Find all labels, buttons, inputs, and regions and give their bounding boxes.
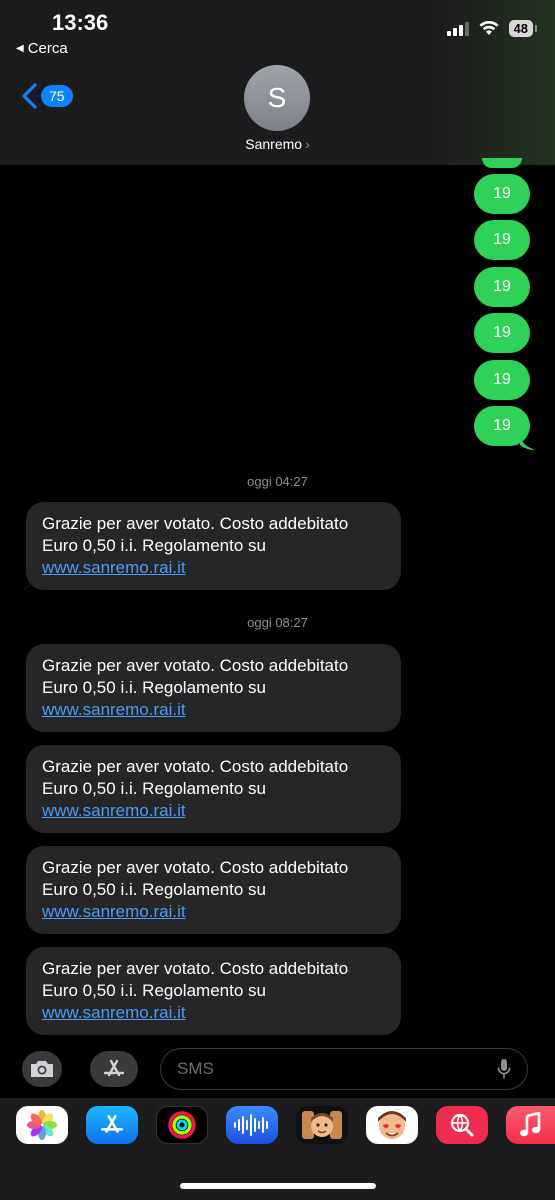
cellular-signal-icon bbox=[446, 21, 469, 36]
message-link[interactable]: www.sanremo.rai.it bbox=[42, 1002, 385, 1024]
camera-icon bbox=[31, 1061, 53, 1077]
globe-search-icon bbox=[450, 1113, 474, 1137]
status-time: 13:36 bbox=[52, 10, 109, 35]
wifi-icon bbox=[479, 21, 499, 35]
voice-memos-app-icon[interactable] bbox=[226, 1106, 278, 1144]
contact-avatar[interactable]: S bbox=[244, 65, 310, 131]
app-store-a-icon bbox=[100, 1115, 124, 1133]
back-button[interactable]: 75 bbox=[20, 82, 73, 110]
message-text-line: Euro 0,50 i.i. Regolamento su bbox=[42, 678, 266, 697]
search-web-app-icon[interactable] bbox=[436, 1106, 488, 1144]
received-message[interactable]: Grazie per aver votato. Costo addebitato… bbox=[26, 846, 401, 934]
memoji-app-icon[interactable] bbox=[296, 1106, 348, 1144]
message-text-line: Euro 0,50 i.i. Regolamento su bbox=[42, 981, 266, 1000]
contact-name: Sanremo bbox=[245, 136, 303, 152]
conversation-header: 13:36 ◀ Cerca 48 75 S Sanremo › bbox=[0, 0, 555, 165]
sent-message[interactable]: 19 bbox=[474, 220, 530, 260]
microphone-icon[interactable] bbox=[497, 1058, 511, 1080]
activity-rings-icon bbox=[168, 1111, 196, 1139]
app-store-app-icon[interactable] bbox=[86, 1106, 138, 1144]
contact-name-button[interactable]: Sanremo › bbox=[0, 136, 555, 152]
sms-input[interactable] bbox=[177, 1059, 477, 1079]
received-message[interactable]: Grazie per aver votato. Costo addebitato… bbox=[26, 745, 401, 833]
message-text-line: Grazie per aver votato. Costo addebitato bbox=[42, 757, 349, 776]
battery-indicator: 48 bbox=[508, 20, 538, 37]
message-link[interactable]: www.sanremo.rai.it bbox=[42, 699, 385, 721]
sent-bubble-tail bbox=[520, 436, 536, 450]
chevron-left-icon bbox=[22, 83, 37, 109]
activity-app-icon[interactable] bbox=[156, 1106, 208, 1144]
compose-bar bbox=[0, 1043, 555, 1098]
chevron-right-icon: › bbox=[305, 136, 310, 152]
message-text-line: Grazie per aver votato. Costo addebitato bbox=[42, 514, 349, 533]
back-app-label: Cerca bbox=[27, 40, 68, 57]
timestamp: oggi 08:27 bbox=[247, 615, 308, 630]
back-to-app-link[interactable]: ◀ Cerca bbox=[16, 40, 68, 57]
music-app-icon[interactable] bbox=[506, 1106, 555, 1144]
message-link[interactable]: www.sanremo.rai.it bbox=[42, 800, 385, 822]
message-text-line: Grazie per aver votato. Costo addebitato bbox=[42, 959, 349, 978]
received-bubble-tail bbox=[18, 575, 36, 591]
sent-message[interactable]: 19 bbox=[474, 313, 530, 353]
sent-message[interactable]: 19 bbox=[474, 174, 530, 214]
received-message[interactable]: Grazie per aver votato. Costo addebitato… bbox=[26, 502, 401, 590]
received-message[interactable]: Grazie per aver votato. Costo addebitato… bbox=[26, 644, 401, 732]
sms-input-field[interactable] bbox=[160, 1048, 528, 1090]
memoji-stickers-app-icon[interactable] bbox=[366, 1106, 418, 1144]
app-store-button[interactable] bbox=[90, 1051, 138, 1087]
message-text-line: Euro 0,50 i.i. Regolamento su bbox=[42, 536, 266, 555]
message-text-line: Grazie per aver votato. Costo addebitato bbox=[42, 858, 349, 877]
photos-flower-icon bbox=[27, 1110, 57, 1140]
memoji-face-icon bbox=[302, 1111, 342, 1139]
back-triangle-icon: ◀ bbox=[16, 43, 24, 54]
message-link[interactable]: www.sanremo.rai.it bbox=[42, 557, 385, 579]
message-text-line: Euro 0,50 i.i. Regolamento su bbox=[42, 779, 266, 798]
photos-app-icon[interactable] bbox=[16, 1106, 68, 1144]
app-store-icon bbox=[103, 1059, 125, 1077]
message-text-line: Grazie per aver votato. Costo addebitato bbox=[42, 656, 349, 675]
sent-message[interactable]: 19 bbox=[474, 267, 530, 307]
unread-count-badge: 75 bbox=[41, 85, 73, 107]
soundwave-icon bbox=[234, 1114, 268, 1136]
received-message[interactable]: Grazie per aver votato. Costo addebitato… bbox=[26, 947, 401, 1035]
sent-message[interactable]: 19 bbox=[474, 360, 530, 400]
memoji-stickers-icon bbox=[378, 1111, 406, 1139]
home-indicator[interactable] bbox=[180, 1183, 376, 1189]
message-link[interactable]: www.sanremo.rai.it bbox=[42, 901, 385, 923]
message-text-line: Euro 0,50 i.i. Regolamento su bbox=[42, 880, 266, 899]
music-note-icon bbox=[519, 1112, 540, 1137]
camera-button[interactable] bbox=[22, 1051, 62, 1087]
sent-bubble-partial bbox=[482, 158, 522, 168]
status-icons: 48 bbox=[446, 20, 538, 37]
timestamp: oggi 04:27 bbox=[247, 474, 308, 489]
